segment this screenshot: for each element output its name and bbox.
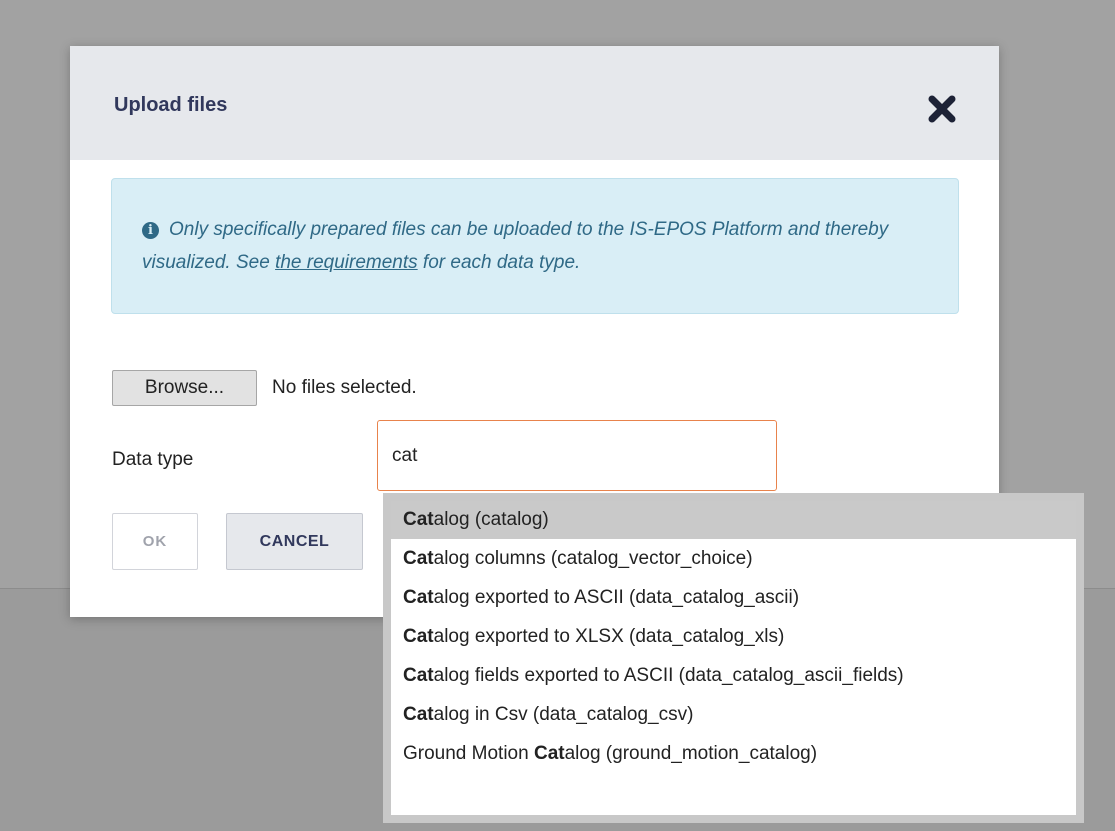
- file-status-text: No files selected.: [272, 377, 417, 398]
- autocomplete-dropdown: Catalog (catalog) Catalog columns (catal…: [383, 493, 1084, 823]
- item-suffix: alog (ground_motion_catalog): [564, 743, 818, 764]
- ok-button[interactable]: OK: [112, 513, 198, 570]
- data-type-input[interactable]: [377, 420, 777, 491]
- autocomplete-item[interactable]: Catalog exported to XLSX (data_catalog_x…: [391, 618, 1076, 656]
- dialog-title: Upload files: [114, 94, 228, 116]
- item-match: Cat: [403, 548, 434, 569]
- autocomplete-item[interactable]: Catalog in Csv (data_catalog_csv): [391, 696, 1076, 734]
- autocomplete-item[interactable]: Catalog exported to ASCII (data_catalog_…: [391, 579, 1076, 617]
- item-suffix: alog columns (catalog_vector_choice): [433, 548, 753, 569]
- item-suffix: alog fields exported to ASCII (data_cata…: [433, 665, 904, 686]
- autocomplete-item[interactable]: Catalog (catalog): [391, 501, 1076, 539]
- close-x-icon: [928, 95, 956, 123]
- item-match: Cat: [403, 509, 434, 530]
- item-suffix: alog exported to XLSX (data_catalog_xls): [433, 626, 785, 647]
- item-match: Cat: [403, 587, 434, 608]
- info-alert: i Only specifically prepared files can be…: [111, 178, 959, 314]
- data-type-label: Data type: [112, 449, 194, 470]
- dialog-header: Upload files: [70, 46, 999, 160]
- info-text: i Only specifically prepared files can be…: [142, 213, 932, 279]
- item-suffix: alog in Csv (data_catalog_csv): [433, 704, 694, 725]
- autocomplete-item[interactable]: Catalog columns (catalog_vector_choice): [391, 540, 1076, 578]
- item-match: Cat: [403, 626, 434, 647]
- close-button[interactable]: [925, 92, 959, 126]
- autocomplete-item[interactable]: Catalog fields exported to ASCII (data_c…: [391, 657, 1076, 695]
- item-suffix: alog exported to ASCII (data_catalog_asc…: [433, 587, 800, 608]
- info-text-after: for each data type.: [417, 252, 581, 273]
- item-match: Cat: [403, 665, 434, 686]
- requirements-link[interactable]: the requirements: [275, 252, 418, 273]
- item-match: Cat: [533, 743, 565, 764]
- autocomplete-item[interactable]: Ground Motion Catalog (ground_motion_cat…: [391, 735, 1076, 773]
- item-suffix: alog (catalog): [433, 509, 549, 530]
- info-circle-icon: i: [142, 222, 159, 239]
- cancel-button[interactable]: CANCEL: [226, 513, 363, 570]
- autocomplete-list: Catalog (catalog) Catalog columns (catal…: [391, 501, 1076, 815]
- browse-button[interactable]: Browse...: [112, 370, 257, 406]
- item-prefix: Ground Motion: [403, 743, 534, 764]
- item-match: Cat: [403, 704, 434, 725]
